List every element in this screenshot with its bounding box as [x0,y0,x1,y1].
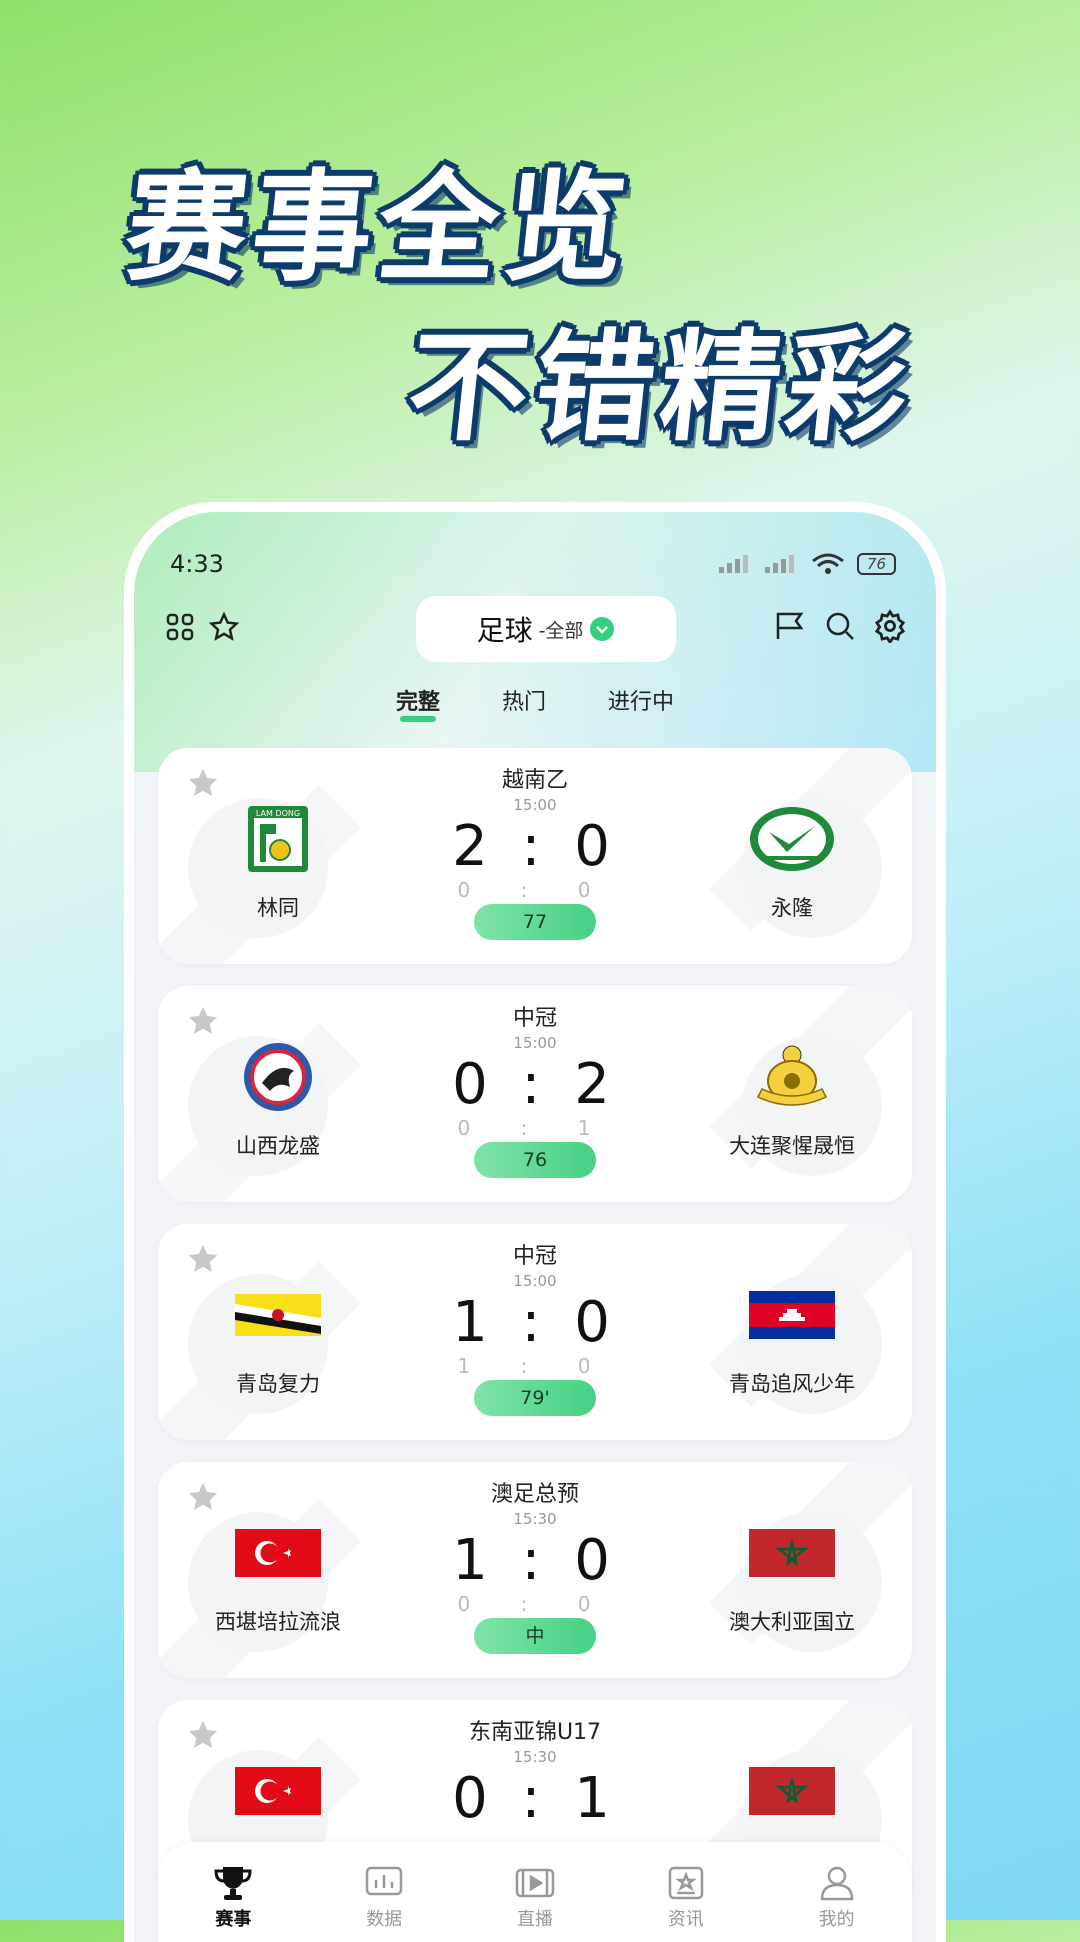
team-flag-icon [235,1518,321,1588]
chevron-down-icon [590,617,615,641]
team-logo-icon: LAM DONG [235,804,321,874]
search-icon[interactable] [818,604,862,648]
top-bar: 足球 -全部 [158,592,912,662]
nav-label: 资讯 [667,1909,704,1930]
away-team-name: 大连聚惺晟恒 [729,1134,855,1158]
user-icon [820,1866,853,1901]
match-minute-badge: 76 [474,1142,596,1178]
team-flag-icon [749,1518,835,1588]
league-name: 澳足总预 [490,1482,579,1507]
sport-selector[interactable]: 足球 -全部 [416,596,676,662]
team-flag-icon [749,1280,835,1350]
svg-text:LAM DONG: LAM DONG [256,809,300,818]
nav-label: 我的 [818,1909,855,1930]
chart-icon [365,1866,403,1896]
gear-icon[interactable] [868,604,912,648]
tab-hot[interactable]: 热门 [502,684,546,722]
home-team: 山西龙盛 [178,1042,378,1160]
away-team-name: 澳大利亚国立 [729,1610,855,1634]
away-team-name: 永隆 [771,896,813,920]
league-name: 越南乙 [501,768,568,793]
app-screen: 4:33 76 足球 -全部 完整 热门 进行中 越南乙 15:00 2: 0… [134,512,936,1942]
sport-filter-label: -全部 [538,619,584,642]
status-bar: 4:33 76 [170,544,896,584]
battery-indicator: 76 [856,553,896,575]
home-team [178,1756,378,1826]
match-tabs: 完整 热门 进行中 [134,684,936,722]
phone-frame: 4:33 76 足球 -全部 完整 热门 进行中 越南乙 15:00 2: 0… [124,502,946,1942]
match-card[interactable]: 中冠 15:00 1 : 0 1 : 0 79' 青岛复力 青岛追风少年 [158,1224,912,1440]
headline-line-1: 赛事全览 [119,159,639,298]
wifi-icon [811,553,844,574]
tab-live[interactable]: 进行中 [608,684,674,722]
flag-icon[interactable] [768,604,812,648]
nav-item-news[interactable]: 资讯 [626,1863,746,1931]
match-list: 越南乙 15:00 2 : 0 0 : 0 77 LAM DONG 林同 永隆 [158,748,912,1938]
signal-icon-2 [764,555,794,573]
sport-label: 足球 [476,614,533,647]
home-team-name: 林同 [257,896,299,920]
favorites-star-icon[interactable] [202,605,246,649]
away-team: 永隆 [692,804,892,922]
team-logo-icon [749,804,835,874]
nav-item-live[interactable]: 直播 [475,1863,595,1931]
topbar-actions [768,604,912,648]
nav-item-profile[interactable]: 我的 [777,1863,897,1931]
away-team: 澳大利亚国立 [692,1518,892,1636]
nav-label: 数据 [366,1909,403,1930]
video-icon [515,1868,555,1898]
league-name: 东南亚锦U17 [468,1720,602,1745]
match-card[interactable]: 越南乙 15:00 2 : 0 0 : 0 77 LAM DONG 林同 永隆 [158,748,912,964]
match-card[interactable]: 澳足总预 15:30 1 : 0 0 : 0 中 西堪培拉流浪 澳大利亚国立 [158,1462,912,1678]
home-team: 西堪培拉流浪 [178,1518,378,1636]
league-name: 中冠 [512,1006,557,1031]
team-flag-icon [235,1280,321,1350]
status-icons: 76 [718,553,896,575]
trophy-icon [214,1867,252,1900]
match-card[interactable]: 中冠 15:00 0 : 2 0 : 1 76 山西龙盛 大连聚惺晟恒 [158,986,912,1202]
nav-item-matches[interactable]: 赛事 [173,1863,293,1931]
home-team-name: 青岛复力 [236,1372,320,1396]
grid-menu-icon[interactable] [158,605,202,649]
home-team-name: 山西龙盛 [236,1134,320,1158]
nav-item-data[interactable]: 数据 [324,1863,444,1931]
nav-label: 直播 [516,1909,553,1930]
signal-icon [718,555,748,573]
team-logo-icon [235,1042,321,1112]
tab-complete[interactable]: 完整 [396,684,440,722]
home-team-name: 西堪培拉流浪 [215,1610,341,1634]
away-team [692,1756,892,1826]
match-minute-badge: 77 [474,904,596,940]
headline-line-2: 不错精彩 [401,319,921,458]
match-minute-badge: 79' [474,1380,596,1416]
home-team: 青岛复力 [178,1280,378,1398]
match-minute-badge: 中 [474,1618,596,1654]
news-icon [668,1866,704,1900]
away-team-name: 青岛追风少年 [729,1372,855,1396]
nav-label: 赛事 [215,1909,252,1930]
team-flag-icon [749,1756,835,1826]
home-team: LAM DONG 林同 [178,804,378,922]
away-team: 大连聚惺晟恒 [692,1042,892,1160]
league-name: 中冠 [512,1244,557,1269]
bottom-navigation: 赛事 数据 直播 资讯 我的 [158,1842,912,1942]
team-logo-icon [749,1042,835,1112]
team-flag-icon [235,1756,321,1826]
away-team: 青岛追风少年 [692,1280,892,1398]
status-time: 4:33 [170,550,224,578]
